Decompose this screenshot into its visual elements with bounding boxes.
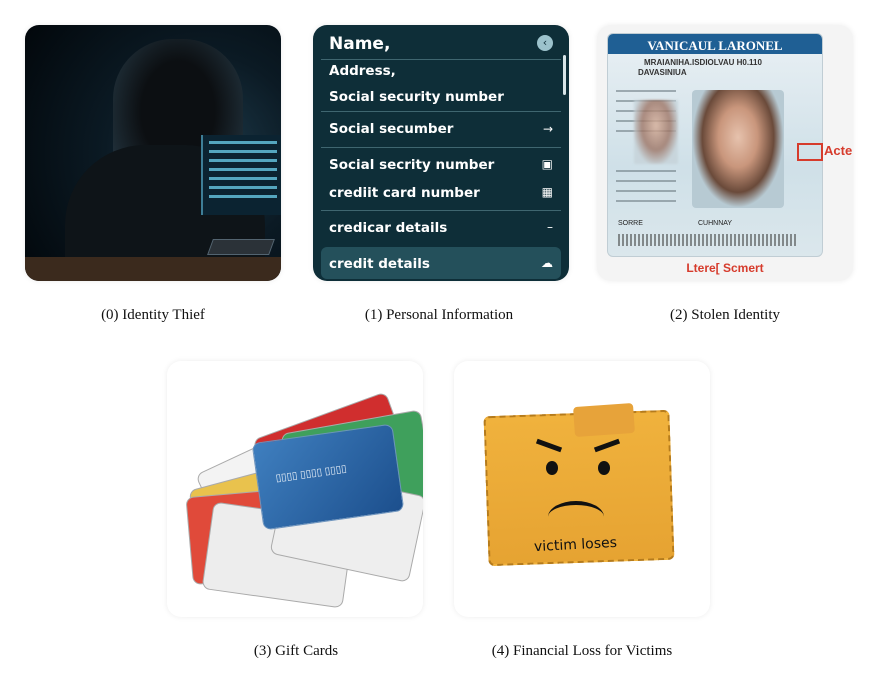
id-card-line: DAVASINIUA — [638, 68, 687, 77]
id-field-label: CUHNNAY — [698, 220, 733, 227]
divider — [321, 59, 561, 60]
financial-loss-image: victim loses — [454, 361, 710, 617]
frown-mouth — [548, 501, 604, 533]
image-icon: ▣ — [541, 157, 553, 171]
annotation-label: Acte — [824, 143, 853, 158]
id-footer-text: Ltere[ Scmert — [686, 261, 764, 275]
list-item: Name, — [329, 34, 391, 54]
caption-financial-loss: (4) Financial Loss for Victims — [491, 643, 673, 659]
list-item: Social secrity number — [329, 157, 495, 173]
divider — [321, 147, 561, 148]
grid-icon: ▦ — [541, 185, 553, 199]
red-annotation-box — [797, 143, 823, 161]
gift-cards-image: ▯▯▯▯ ▯▯▯▯ ▯▯▯▯ — [167, 361, 423, 617]
id-card-title: VANICAUL LARONEL — [647, 38, 783, 53]
arrow-right-icon: → — [542, 122, 553, 136]
caption-stolen-identity: (2) Stolen Identity — [670, 307, 780, 323]
keyboard — [207, 239, 275, 255]
card-number-text: ▯▯▯▯ ▯▯▯▯ ▯▯▯▯ — [274, 463, 348, 485]
cloud-icon: ☁ — [541, 256, 553, 270]
list-item: Social secumber — [329, 121, 454, 137]
minus-icon: – — [547, 220, 553, 234]
list-item: Social security number — [329, 89, 504, 105]
scrollbar — [563, 55, 566, 95]
ghost-photo — [634, 100, 678, 164]
left-eye — [546, 461, 558, 475]
divider — [321, 111, 561, 112]
list-item: credit details — [329, 256, 430, 272]
list-item: crediit card number — [329, 185, 480, 201]
id-card: VANICAUL LARONEL MRAIANIHA.ISDIOLVAU H0.… — [607, 33, 823, 257]
monitor-screen — [201, 135, 281, 215]
divider — [321, 210, 561, 211]
id-field-label: SORRE — [618, 220, 643, 227]
caption-personal-information: (1) Personal Information — [364, 307, 514, 323]
wallet-flap — [573, 402, 635, 438]
right-eye — [598, 461, 610, 475]
id-card-line: MRAIANIHA.ISDIOLVAU H0.110 — [644, 58, 762, 67]
list-item: Address, — [329, 63, 396, 79]
identity-thief-image — [25, 25, 281, 281]
personal-information-image: ‹ Name, Address, Social security number … — [313, 25, 569, 281]
desk — [25, 257, 281, 281]
caption-gift-cards: (3) Gift Cards — [253, 643, 339, 659]
stolen-identity-image: VANICAUL LARONEL MRAIANIHA.ISDIOLVAU H0.… — [597, 25, 853, 281]
list-item: credicar details — [329, 220, 448, 236]
barcode — [618, 234, 798, 246]
caption-identity-thief: (0) Identity Thief — [101, 307, 205, 323]
portrait-photo — [692, 90, 784, 208]
